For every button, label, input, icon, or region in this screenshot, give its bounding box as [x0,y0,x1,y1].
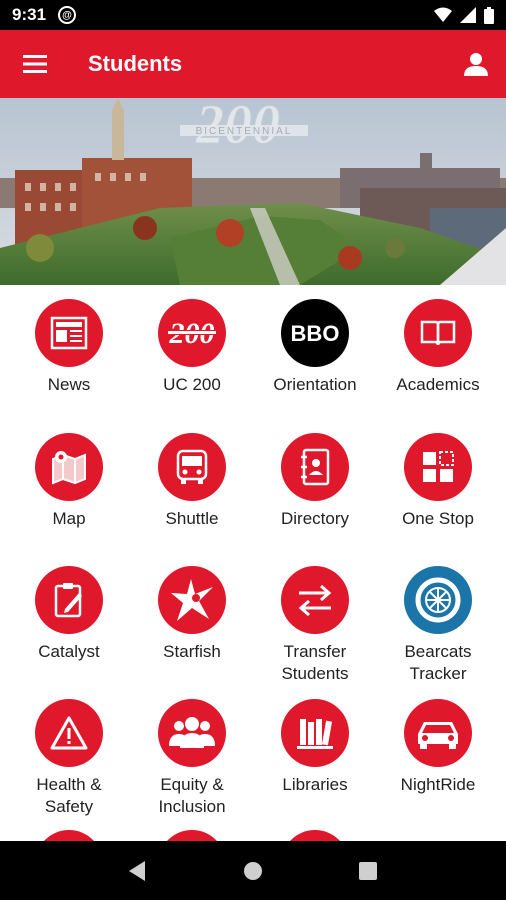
wheel-icon [415,577,461,623]
tile-onestop[interactable]: One Stop [375,433,501,530]
tile-academics-label: Academics [396,375,480,394]
tile-academics-circle [404,299,472,367]
system-nav-bar [0,841,506,900]
tile-health-label: Health & Safety [36,775,102,816]
app-bar: Students [0,30,506,98]
notification-icon: @ [58,6,77,24]
tile-shuttle-circle [158,433,226,501]
tile-news-label: News [47,375,91,394]
grid-icon [423,451,454,482]
tile-tracker-circle [404,566,472,634]
tile-catalyst-label: Catalyst [38,642,100,661]
tile-map-label: Map [52,509,86,528]
directory-icon [301,448,330,486]
book-icon [420,320,456,346]
tile-more-1[interactable] [6,830,132,841]
orientation-icon: BBO [291,321,340,346]
tile-tracker-label: Bearcats Tracker [404,642,472,683]
tile-directory-label: Directory [280,509,349,528]
tile-catalyst-circle [35,566,103,634]
library-icon [297,719,333,749]
people-icon [169,717,215,748]
banner-text: BICENTENNIAL [196,126,293,137]
tile-shuttle-label: Shuttle [165,509,219,528]
profile-button[interactable] [446,30,506,98]
person-icon [464,53,488,76]
orientation-badge: BBO [291,321,340,346]
tile-equity-circle [158,699,226,767]
tile-directory[interactable]: Directory [252,433,378,530]
news-icon [50,316,88,350]
tile-health-circle [35,699,103,767]
tile-libraries[interactable]: Libraries [252,699,378,796]
wifi-icon [434,7,452,22]
tile-uc200[interactable]: 200 UC 200 [129,299,255,396]
tile-equity-inclusion[interactable]: Equity & Inclusion [129,699,255,818]
map-icon [52,451,86,485]
tile-starfish-circle [158,566,226,634]
tile-uc200-circle: 200 [158,299,226,367]
signal-icon [460,7,476,23]
battery-icon [484,6,494,24]
tile-libraries-circle [281,699,349,767]
tile-transfer-label: Transfer Students [281,642,349,683]
home-button[interactable] [233,851,273,891]
warning-icon [50,716,88,750]
tile-academics[interactable]: Academics [375,299,501,396]
tile-nightride[interactable]: NightRide [375,699,501,796]
tile-starfish-label: Starfish [163,642,221,661]
status-bar: 9:31 @ [0,0,506,30]
clipboard-icon [54,583,82,618]
car-icon [418,722,458,749]
tile-map-circle [35,433,103,501]
tile-nightride-circle [404,699,472,767]
tile-libraries-label: Libraries [282,775,348,794]
tile-more-1-circle [35,830,103,841]
tile-transfer-circle [281,566,349,634]
home-circle-icon [243,861,262,880]
tile-transfer-students[interactable]: Transfer Students [252,566,378,685]
tile-onestop-label: One Stop [402,509,474,528]
back-triangle-icon [128,860,145,881]
starfish-icon [171,579,213,621]
status-time: 9:31 [12,5,47,24]
transfer-icon [298,584,332,617]
hamburger-icon [23,55,47,73]
tile-catalyst[interactable]: Catalyst [6,566,132,663]
menu-button[interactable] [0,30,70,98]
tile-shuttle[interactable]: Shuttle [129,433,255,530]
tile-directory-circle [281,433,349,501]
tile-nightride-label: NightRide [400,775,476,794]
tile-more-3-circle [281,830,349,841]
campus-banner-image: 200 BICENTENNIAL [0,98,506,285]
bus-icon [176,449,208,484]
tile-orientation[interactable]: BBO Orientation [252,299,378,396]
tile-more-2-circle [158,830,226,841]
tile-health-safety[interactable]: Health & Safety [6,699,132,818]
tile-orientation-label: Orientation [273,375,357,394]
uc200-icon: 200 [168,317,216,350]
tile-orientation-circle: BBO [281,299,349,367]
tile-news[interactable]: News [6,299,132,396]
feature-grid: News 200 UC 200 BBO Orientation Academic… [0,285,506,841]
campus-banner: 200 BICENTENNIAL [0,98,506,285]
recents-square-icon [359,861,378,880]
tile-more-3[interactable] [252,830,378,841]
tile-map[interactable]: Map [6,433,132,530]
tile-bearcats-tracker[interactable]: Bearcats Tracker [375,566,501,685]
tile-uc200-label: UC 200 [163,375,221,394]
tile-onestop-circle [404,433,472,501]
back-button[interactable] [118,851,158,891]
status-icons [434,6,494,24]
tile-equity-label: Equity & Inclusion [158,775,226,816]
tile-starfish[interactable]: Starfish [129,566,255,663]
tile-more-2[interactable] [129,830,255,841]
recents-button[interactable] [348,851,388,891]
tile-news-circle [35,299,103,367]
page-title: Students [88,51,183,76]
